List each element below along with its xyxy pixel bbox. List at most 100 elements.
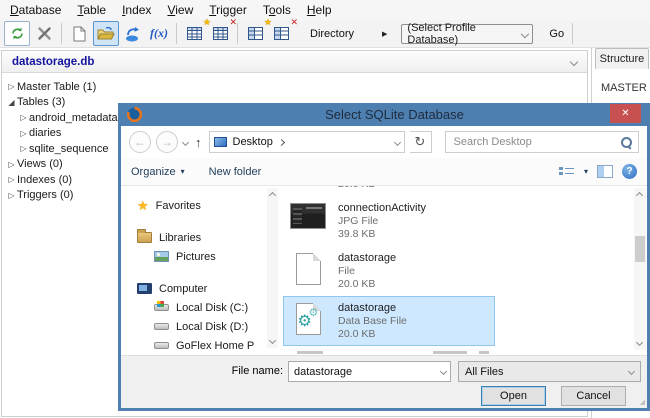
directory-arrow-icon[interactable]: ▶ (382, 30, 387, 38)
sidebar-item-computer[interactable]: Computer (137, 279, 267, 298)
sidebar-item-local-disk-d[interactable]: Local Disk (D:) (137, 317, 267, 336)
drop-view-button[interactable]: ✕ (269, 18, 298, 45)
file-icon (295, 253, 321, 285)
tree-item-label: sqlite_sequence (29, 142, 109, 155)
new-folder-button[interactable]: New folder (209, 166, 262, 178)
preview-pane-icon[interactable] (597, 165, 613, 178)
sidebar-item-favorites[interactable]: ★ Favorites (137, 196, 267, 215)
options-button[interactable] (32, 22, 56, 45)
close-button[interactable]: ✕ (610, 104, 641, 123)
scroll-up-icon[interactable] (268, 191, 277, 200)
menu-database[interactable]: Database (2, 1, 69, 19)
sidebar-item-libraries[interactable]: Libraries (137, 228, 267, 247)
menu-table[interactable]: Table (69, 1, 114, 19)
recent-locations-chevron-icon[interactable] (181, 138, 190, 146)
caret-down-icon: ▾ (180, 167, 185, 176)
organize-button[interactable]: Organize ▾ (131, 166, 185, 178)
scrollbar-thumb[interactable] (635, 236, 645, 262)
file-item-connectionactivity[interactable]: connectionActivity JPG File 39.8 KB (283, 196, 495, 246)
file-item-datastorage-db[interactable]: ⚙ ⚙ datastorage Data Base File 20.0 KB (283, 296, 495, 346)
file-name-input[interactable] (289, 365, 441, 378)
sidebar-item-label: Local Disk (D:) (176, 320, 249, 333)
sidebar-item-goflex[interactable]: GoFlex Home P (137, 336, 267, 355)
refresh-icon (11, 27, 23, 40)
new-table-button[interactable]: ★ (182, 18, 211, 45)
open-folder-icon (97, 26, 115, 39)
back-button[interactable]: ← (129, 131, 151, 153)
profile-database-select[interactable]: (Select Profile Database) (401, 21, 534, 46)
sidebar-item-label: Computer (159, 282, 208, 295)
new-view-button[interactable]: ★ (243, 18, 272, 45)
file-type-select[interactable]: All Files (458, 361, 641, 382)
view-caret-icon[interactable]: ▾ (584, 167, 588, 176)
menu-help[interactable]: Help (299, 1, 340, 19)
scroll-up-icon[interactable] (635, 191, 644, 200)
app-toolbar: f(x) ★ ✕ ★ ✕ Directory ▶ (Select Profile… (0, 18, 650, 48)
up-icon: ↑ (195, 134, 202, 150)
tree-item-label: Indexes (0) (17, 173, 73, 186)
file-name-combobox[interactable] (288, 361, 451, 382)
organize-label: Organize (131, 165, 176, 178)
scroll-down-icon[interactable] (635, 338, 644, 347)
sidebar-item-pictures[interactable]: Pictures (137, 247, 267, 266)
go-button[interactable]: Go (545, 26, 568, 42)
database-panel-header[interactable]: datastorage.db (2, 51, 587, 73)
chevron-down-icon[interactable] (569, 57, 579, 66)
database-name: datastorage.db (12, 55, 95, 68)
partial-file-row-top: 20.0 KB (283, 186, 631, 196)
chevron-right-icon[interactable] (277, 138, 285, 146)
functions-button[interactable]: f(x) (147, 22, 171, 45)
search-input[interactable] (451, 135, 621, 149)
forward-button[interactable]: → (156, 131, 178, 153)
jpg-thumbnail-icon (290, 203, 326, 229)
scroll-down-icon[interactable] (268, 336, 277, 345)
dialog-command-bar: Organize ▾ New folder ▾ ? (121, 158, 647, 186)
refresh-button[interactable] (4, 21, 30, 46)
sidebar-item-label: Local Disk (C:) (176, 301, 249, 314)
tree-collapsed-icon[interactable]: ▷ (18, 113, 29, 122)
tree-collapsed-icon[interactable]: ▷ (6, 160, 17, 169)
sidebar-item-local-disk-c[interactable]: Local Disk (C:) (137, 298, 267, 317)
file-name: datastorage (338, 302, 397, 314)
partial-icon (433, 351, 467, 354)
file-item-datastorage-file[interactable]: datastorage File 20.0 KB (283, 246, 495, 296)
profile-database-value: (Select Profile Database) (407, 21, 476, 46)
cancel-button[interactable]: Cancel (561, 386, 626, 406)
address-dropdown-chevron-icon[interactable] (393, 138, 401, 146)
open-button[interactable]: Open (481, 386, 546, 406)
help-button[interactable]: ? (622, 164, 637, 179)
change-view-icon[interactable] (558, 166, 575, 178)
places-sidebar: ★ Favorites Libraries Pictures Computer L… (121, 186, 267, 355)
tree-collapsed-icon[interactable]: ▷ (6, 191, 17, 200)
drop-table-button[interactable]: ✕ (208, 18, 237, 45)
toolbar-separator (61, 23, 62, 44)
menu-index[interactable]: Index (114, 1, 159, 19)
sidebar-scrollbar[interactable] (267, 188, 278, 348)
up-button[interactable]: ↑ (195, 135, 202, 150)
dialog-body: ★ Favorites Libraries Pictures Computer L… (121, 186, 647, 355)
attach-database-button[interactable] (121, 22, 145, 45)
breadcrumb[interactable]: Desktop (208, 131, 405, 153)
chevron-down-icon[interactable] (439, 367, 448, 376)
breadcrumb-location[interactable]: Desktop (233, 136, 273, 148)
resize-grip[interactable]: ◢ (640, 399, 645, 406)
search-box[interactable] (444, 131, 639, 153)
refresh-button[interactable]: ↻ (409, 131, 432, 153)
file-type: JPG File (338, 215, 379, 227)
libraries-icon (137, 229, 152, 243)
dialog-titlebar[interactable]: Select SQLite Database ✕ (121, 103, 647, 126)
tab-structure[interactable]: Structure (595, 48, 649, 69)
new-database-button[interactable] (67, 22, 91, 45)
open-database-button[interactable] (93, 21, 119, 46)
command-bar-right: ▾ ? (558, 164, 637, 179)
tree-collapsed-icon[interactable]: ▷ (6, 82, 17, 91)
tree-collapsed-icon[interactable]: ▷ (18, 144, 29, 153)
tree-collapsed-icon[interactable]: ▷ (18, 129, 29, 138)
file-list-scrollbar[interactable] (634, 188, 646, 350)
tree-item-master-table[interactable]: ▷ Master Table (1) (6, 79, 587, 95)
tree-expanded-icon[interactable]: ◢ (6, 98, 17, 107)
file-type: File (338, 265, 355, 277)
menu-view[interactable]: View (159, 1, 201, 19)
tree-item-label: Triggers (0) (17, 189, 74, 202)
tree-collapsed-icon[interactable]: ▷ (6, 175, 17, 184)
